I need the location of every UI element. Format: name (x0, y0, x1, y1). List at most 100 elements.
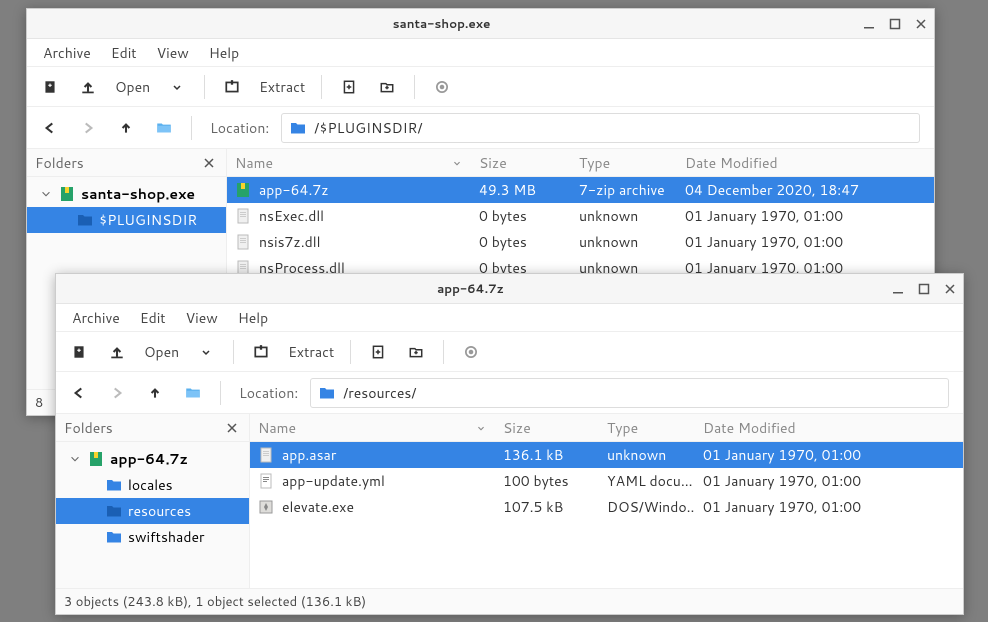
open-archive-icon[interactable] (71, 71, 105, 103)
nav-up-button[interactable] (109, 112, 143, 144)
cell-name: nsExec.dll (227, 206, 471, 226)
nav-up-button[interactable] (138, 377, 172, 409)
navbar: Location: /$PLUGINSDIR/ (27, 107, 934, 149)
extract-icon[interactable] (244, 336, 278, 368)
titlebar[interactable]: app-64.7z (56, 274, 963, 304)
add-folder-button[interactable] (399, 336, 433, 368)
cell-date: 04 December 2020, 18:47 (677, 180, 934, 200)
col-name[interactable]: Name (250, 418, 495, 438)
new-archive-button[interactable] (33, 71, 67, 103)
close-button[interactable] (937, 278, 963, 300)
location-field[interactable]: /resources/ (310, 378, 949, 408)
body: Folders app-64.7z locales resources swif… (56, 414, 963, 588)
nav-home-button[interactable] (176, 377, 210, 409)
statusbar: 3 objects (243.8 kB), 1 object selected … (56, 588, 963, 614)
cell-type: 7-zip archive (571, 180, 677, 200)
tree-item[interactable]: resources (56, 498, 249, 524)
menubar: Archive Edit View Help (27, 39, 934, 67)
separator (321, 75, 322, 99)
close-button[interactable] (908, 13, 934, 35)
file-row[interactable]: app-update.yml100 bytesYAML docu…01 Janu… (250, 468, 963, 494)
folder-icon (319, 385, 335, 401)
tree-item-label: resources (128, 501, 191, 521)
folder-icon (106, 529, 122, 545)
col-date[interactable]: Date Modified (677, 153, 934, 173)
nav-forward-button[interactable] (100, 377, 134, 409)
cell-date: 01 January 1970, 01:00 (695, 497, 963, 517)
location-field[interactable]: /$PLUGINSDIR/ (281, 113, 920, 143)
col-size[interactable]: Size (471, 153, 571, 173)
menu-edit[interactable]: Edit (101, 41, 147, 65)
toolbar: Open Extract (56, 332, 963, 372)
tree-item-label: locales (128, 475, 173, 495)
file-row[interactable]: app-64.7z49.3 MB7-zip archive04 December… (227, 177, 934, 203)
file-row[interactable]: nsis7z.dll0 bytesunknown01 January 1970,… (227, 229, 934, 255)
new-archive-button[interactable] (62, 336, 96, 368)
open-dropdown[interactable] (160, 71, 194, 103)
col-type[interactable]: Type (571, 153, 677, 173)
col-name[interactable]: Name (227, 153, 471, 173)
tree-item[interactable]: $PLUGINSDIR (27, 207, 226, 233)
open-label[interactable]: Open (109, 77, 156, 97)
folder-icon (106, 503, 122, 519)
collapse-icon[interactable] (39, 188, 53, 200)
cell-size: 49.3 MB (471, 180, 571, 200)
tree-item[interactable]: locales (56, 472, 249, 498)
menu-view[interactable]: View (176, 306, 228, 330)
column-headers: Name Size Type Date Modified (227, 149, 934, 177)
open-archive-icon[interactable] (100, 336, 134, 368)
titlebar[interactable]: santa-shop.exe (27, 9, 934, 39)
menu-help[interactable]: Help (199, 41, 249, 65)
sort-icon (475, 422, 487, 434)
location-path: /$PLUGINSDIR/ (314, 118, 422, 138)
minimize-button[interactable] (885, 278, 911, 300)
nav-forward-button[interactable] (71, 112, 105, 144)
file-row[interactable]: nsExec.dll0 bytesunknown01 January 1970,… (227, 203, 934, 229)
minimize-button[interactable] (856, 13, 882, 35)
extract-label[interactable]: Extract (253, 77, 311, 97)
stop-button[interactable] (454, 336, 488, 368)
toolbar: Open Extract (27, 67, 934, 107)
col-size[interactable]: Size (495, 418, 599, 438)
file-row[interactable]: app.asar136.1 kBunknown01 January 1970, … (250, 442, 963, 468)
expand-icon[interactable] (57, 210, 71, 230)
add-files-button[interactable] (361, 336, 395, 368)
maximize-button[interactable] (882, 13, 908, 35)
col-type[interactable]: Type (599, 418, 695, 438)
extract-icon[interactable] (215, 71, 249, 103)
close-tree-icon[interactable] (200, 154, 218, 172)
collapse-icon[interactable] (68, 453, 82, 465)
expand-icon[interactable] (86, 501, 100, 521)
folder-tree[interactable]: app-64.7z locales resources swiftshader (56, 442, 249, 588)
menu-help[interactable]: Help (228, 306, 278, 330)
file-rows[interactable]: app.asar136.1 kBunknown01 January 1970, … (250, 442, 963, 588)
open-dropdown[interactable] (189, 336, 223, 368)
menu-view[interactable]: View (147, 41, 199, 65)
file-list-pane: Name Size Type Date Modified app.asar136… (250, 414, 963, 588)
nav-back-button[interactable] (33, 112, 67, 144)
add-folder-button[interactable] (370, 71, 404, 103)
nav-back-button[interactable] (62, 377, 96, 409)
expand-icon[interactable] (86, 475, 100, 495)
tree-item[interactable]: app-64.7z (56, 446, 249, 472)
folder-icon (106, 477, 122, 493)
text-icon (258, 473, 274, 489)
open-label[interactable]: Open (138, 342, 185, 362)
add-files-button[interactable] (332, 71, 366, 103)
tree-item[interactable]: santa-shop.exe (27, 181, 226, 207)
maximize-button[interactable] (911, 278, 937, 300)
close-tree-icon[interactable] (223, 419, 241, 437)
file-row[interactable]: elevate.exe107.5 kBDOS/Windo…01 January … (250, 494, 963, 520)
extract-label[interactable]: Extract (282, 342, 340, 362)
location-label: Location: (231, 383, 306, 403)
menu-archive[interactable]: Archive (62, 306, 130, 330)
expand-icon[interactable] (86, 527, 100, 547)
col-date[interactable]: Date Modified (695, 418, 963, 438)
menu-edit[interactable]: Edit (130, 306, 176, 330)
nav-home-button[interactable] (147, 112, 181, 144)
menu-archive[interactable]: Archive (33, 41, 101, 65)
folders-header: Folders (27, 149, 226, 177)
stop-button[interactable] (425, 71, 459, 103)
cell-type: unknown (571, 232, 677, 252)
tree-item[interactable]: swiftshader (56, 524, 249, 550)
